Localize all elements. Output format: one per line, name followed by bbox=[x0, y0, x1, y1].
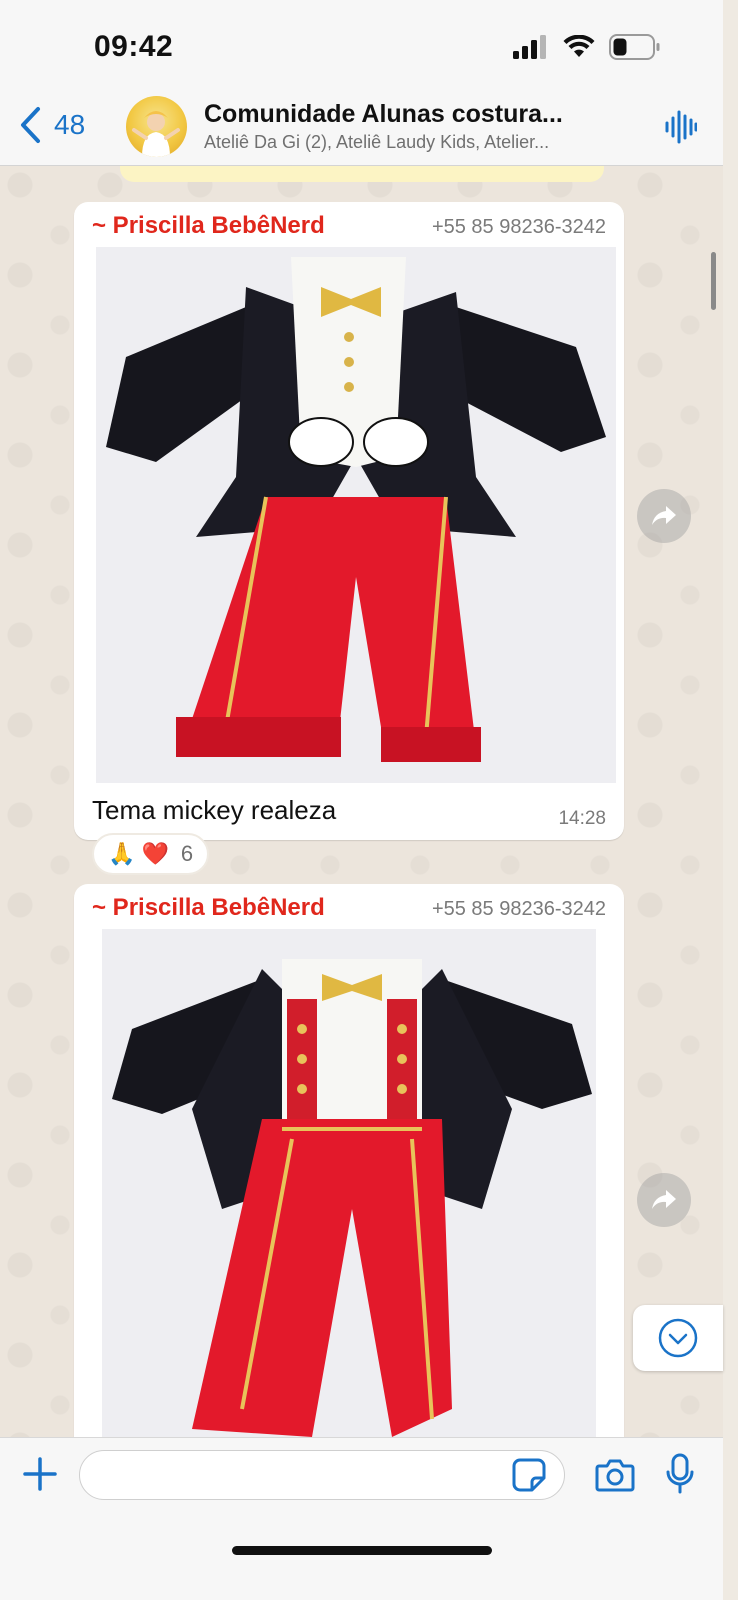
message-input[interactable] bbox=[79, 1450, 565, 1500]
sticker-icon bbox=[512, 1458, 546, 1492]
voice-message-button[interactable] bbox=[665, 1453, 695, 1500]
attach-button[interactable] bbox=[22, 1456, 58, 1497]
forward-icon bbox=[652, 506, 676, 525]
forward-button[interactable] bbox=[637, 1173, 691, 1227]
group-avatar[interactable] bbox=[126, 96, 187, 157]
message-photo[interactable] bbox=[96, 247, 616, 783]
unread-count: 48 bbox=[54, 109, 86, 140]
pinned-message-strip[interactable] bbox=[120, 166, 604, 182]
forward-button[interactable] bbox=[637, 489, 691, 543]
message-input-bar bbox=[0, 1437, 723, 1600]
sender-phone: +55 85 98236-3242 bbox=[431, 216, 606, 238]
status-time: 09:42 bbox=[94, 30, 174, 63]
avatar-image bbox=[132, 111, 180, 157]
wifi-icon bbox=[563, 35, 595, 57]
outfit-image bbox=[102, 929, 596, 1437]
chat-title[interactable]: Comunidade Alunas costura... bbox=[204, 100, 614, 129]
microphone-icon bbox=[666, 1453, 694, 1494]
message-time: 14:28 bbox=[558, 808, 606, 829]
status-bar: 09:42 bbox=[0, 0, 723, 92]
message-caption: Tema mickey realeza bbox=[92, 795, 337, 825]
sender-name[interactable]: ~ Priscilla BebêNerd bbox=[92, 212, 325, 240]
forward-icon bbox=[652, 1190, 676, 1209]
back-chevron-icon bbox=[21, 107, 40, 143]
status-icons bbox=[513, 34, 661, 60]
audio-call-button[interactable] bbox=[665, 110, 698, 149]
plus-icon bbox=[23, 1457, 57, 1491]
message-bubble[interactable]: ~ Priscilla BebêNerd +55 85 98236-3242 bbox=[74, 202, 624, 840]
reaction-count: 6 bbox=[180, 841, 194, 866]
home-indicator[interactable] bbox=[232, 1546, 492, 1555]
sender-name[interactable]: ~ Priscilla BebêNerd bbox=[92, 894, 325, 922]
message-photo[interactable] bbox=[102, 929, 596, 1437]
scroll-to-bottom-button[interactable] bbox=[633, 1305, 723, 1371]
camera-button[interactable] bbox=[595, 1458, 635, 1497]
outfit-image bbox=[96, 247, 616, 783]
back-button[interactable]: 48 bbox=[18, 106, 85, 144]
sender-phone: +55 85 98236-3242 bbox=[431, 898, 606, 920]
sticker-button[interactable] bbox=[512, 1458, 546, 1497]
chat-participants[interactable]: Ateliê Da Gi (2), Ateliê Laudy Kids, Ate… bbox=[204, 132, 614, 153]
scroll-indicator[interactable] bbox=[711, 252, 716, 310]
battery-icon bbox=[609, 34, 660, 60]
reaction-emojis: 🙏 ❤️ bbox=[108, 841, 169, 866]
audio-call-icon bbox=[665, 110, 698, 144]
camera-icon bbox=[595, 1459, 635, 1492]
cellular-signal-icon bbox=[513, 35, 546, 59]
chevron-down-icon bbox=[658, 1318, 698, 1358]
message-reactions[interactable]: 🙏 ❤️ 6 bbox=[92, 833, 210, 875]
chat-header: 48 Comunidade Alunas costura... Ateliê D… bbox=[0, 92, 723, 166]
message-bubble[interactable]: ~ Priscilla BebêNerd +55 85 98236-3242 bbox=[74, 884, 624, 1484]
